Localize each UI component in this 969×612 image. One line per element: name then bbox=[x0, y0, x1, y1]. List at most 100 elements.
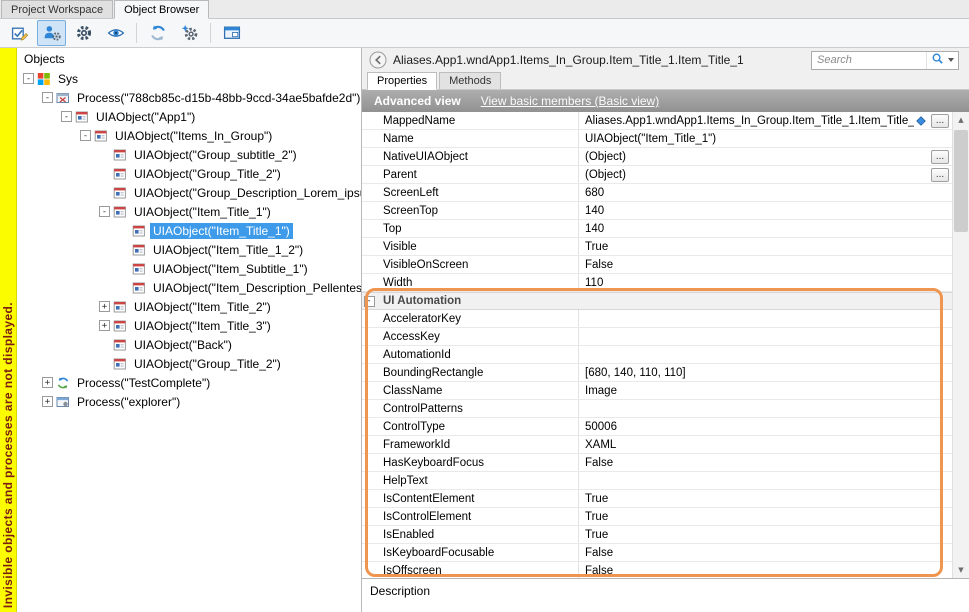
property-row[interactable]: NameUIAObject("Item_Title_1") bbox=[362, 130, 952, 148]
tree-item[interactable]: -Sys bbox=[17, 69, 361, 88]
property-row[interactable]: ScreenTop140 bbox=[362, 202, 952, 220]
highlight-object-icon[interactable] bbox=[5, 20, 34, 46]
property-row[interactable]: VisibleOnScreenFalse bbox=[362, 256, 952, 274]
show-object-icon[interactable] bbox=[101, 20, 130, 46]
scroll-up-icon[interactable]: ▲ bbox=[953, 112, 969, 128]
property-row[interactable]: MappedNameAliases.App1.wndApp1.Items_In_… bbox=[362, 112, 952, 130]
property-row[interactable]: ClassNameImage bbox=[362, 382, 952, 400]
property-value[interactable]: 680 bbox=[579, 187, 952, 199]
property-value[interactable]: XAML bbox=[579, 439, 952, 451]
property-row[interactable]: IsKeyboardFocusableFalse bbox=[362, 544, 952, 562]
collapse-box-icon[interactable]: - bbox=[364, 296, 375, 307]
property-row[interactable]: Top140 bbox=[362, 220, 952, 238]
property-row[interactable]: IsContentElementTrue bbox=[362, 490, 952, 508]
property-value[interactable]: False bbox=[579, 259, 952, 271]
property-row[interactable]: AccessKey bbox=[362, 328, 952, 346]
property-row[interactable]: Parent(Object)... bbox=[362, 166, 952, 184]
property-value[interactable]: 140 bbox=[579, 223, 952, 235]
property-value[interactable]: 50006 bbox=[579, 421, 952, 433]
property-value[interactable]: False bbox=[579, 565, 952, 577]
collapse-box-icon[interactable]: - bbox=[23, 73, 34, 84]
settings-gear-icon[interactable] bbox=[69, 20, 98, 46]
tab-object-browser[interactable]: Object Browser bbox=[114, 0, 209, 19]
property-value[interactable]: 140 bbox=[579, 205, 952, 217]
tree-item[interactable]: UIAObject("Item_Subtitle_1") bbox=[17, 259, 361, 278]
expand-box-icon[interactable]: + bbox=[42, 377, 53, 388]
property-row[interactable]: IsControlElementTrue bbox=[362, 508, 952, 526]
search-icon[interactable] bbox=[931, 52, 944, 68]
property-row[interactable]: VisibleTrue bbox=[362, 238, 952, 256]
property-row[interactable]: AutomationId bbox=[362, 346, 952, 364]
tree-item[interactable]: UIAObject("Group_Description_Lorem_ipsum… bbox=[17, 183, 361, 202]
tab-project-workspace[interactable]: Project Workspace bbox=[1, 0, 113, 18]
property-row[interactable]: HasKeyboardFocusFalse bbox=[362, 454, 952, 472]
search-input[interactable]: Search bbox=[811, 51, 959, 70]
collapse-box-icon[interactable]: - bbox=[99, 206, 110, 217]
ellipsis-button[interactable]: ... bbox=[931, 114, 949, 128]
property-row[interactable]: IsOffscreenFalse bbox=[362, 562, 952, 578]
property-row[interactable]: BoundingRectangle[680, 140, 110, 110] bbox=[362, 364, 952, 382]
tree-item[interactable]: -UIAObject("Item_Title_1") bbox=[17, 202, 361, 221]
property-row[interactable]: AcceleratorKey bbox=[362, 310, 952, 328]
refresh-icon[interactable] bbox=[143, 20, 172, 46]
tree-item[interactable]: -Process("788cb85c-d15b-48bb-9ccd-34ae5b… bbox=[17, 88, 361, 107]
ellipsis-button[interactable]: ... bbox=[931, 150, 949, 164]
tree-item[interactable]: +UIAObject("Item_Title_2") bbox=[17, 297, 361, 316]
tree-item[interactable]: UIAObject("Group_Title_2") bbox=[17, 354, 361, 373]
property-value[interactable]: Image bbox=[579, 385, 952, 397]
property-value[interactable]: True bbox=[579, 529, 952, 541]
tree-item[interactable]: UIAObject("Group_subtitle_2") bbox=[17, 145, 361, 164]
tree-item[interactable]: UIAObject("Item_Title_1") bbox=[17, 221, 361, 240]
tree-item[interactable]: -UIAObject("Items_In_Group") bbox=[17, 126, 361, 145]
property-row[interactable]: Width110 bbox=[362, 274, 952, 292]
property-name: ControlPatterns bbox=[379, 400, 579, 417]
property-value[interactable]: False bbox=[579, 547, 952, 559]
basic-view-link[interactable]: View basic members (Basic view) bbox=[481, 94, 660, 108]
grid-scrollbar[interactable]: ▲ ▼ bbox=[952, 112, 969, 578]
property-value[interactable]: 110 bbox=[579, 277, 952, 289]
property-value[interactable]: False bbox=[579, 457, 952, 469]
tree-item[interactable]: UIAObject("Group_Title_2") bbox=[17, 164, 361, 183]
tree-item[interactable]: +Process("TestComplete") bbox=[17, 373, 361, 392]
tree-item-label: UIAObject("Item_Title_1_2") bbox=[150, 242, 306, 258]
search-dropdown-icon[interactable] bbox=[948, 58, 954, 62]
property-row[interactable]: ControlType50006 bbox=[362, 418, 952, 436]
property-row[interactable]: IsEnabledTrue bbox=[362, 526, 952, 544]
property-value[interactable]: (Object) bbox=[579, 169, 931, 181]
tree-item[interactable]: +UIAObject("Item_Title_3") bbox=[17, 316, 361, 335]
scroll-down-icon[interactable]: ▼ bbox=[953, 562, 969, 578]
property-row[interactable]: HelpText bbox=[362, 472, 952, 490]
property-value[interactable]: True bbox=[579, 511, 952, 523]
property-value[interactable]: [680, 140, 110, 110] bbox=[579, 367, 952, 379]
expand-box-icon[interactable]: + bbox=[99, 320, 110, 331]
tree-item[interactable]: UIAObject("Item_Description_Pellentesque bbox=[17, 278, 361, 297]
tree-item[interactable]: UIAObject("Item_Title_1_2") bbox=[17, 240, 361, 259]
collapse-box-icon[interactable]: - bbox=[42, 92, 53, 103]
collapse-box-icon[interactable]: - bbox=[80, 130, 91, 141]
back-button[interactable] bbox=[369, 51, 387, 69]
property-row[interactable]: FrameworkIdXAML bbox=[362, 436, 952, 454]
property-row[interactable]: NativeUIAObject(Object)... bbox=[362, 148, 952, 166]
collapse-box-icon[interactable]: - bbox=[61, 111, 72, 122]
scroll-thumb[interactable] bbox=[954, 130, 968, 232]
object-properties-gear-icon[interactable] bbox=[175, 20, 204, 46]
property-row[interactable]: ScreenLeft680 bbox=[362, 184, 952, 202]
visualizer-window-icon[interactable] bbox=[217, 20, 246, 46]
property-value[interactable]: True bbox=[579, 241, 952, 253]
tree-item[interactable]: UIAObject("Back") bbox=[17, 335, 361, 354]
tree-item[interactable]: +Process("explorer") bbox=[17, 392, 361, 411]
mapped-name-icon[interactable] bbox=[914, 114, 928, 128]
property-value[interactable]: Aliases.App1.wndApp1.Items_In_Group.Item… bbox=[579, 115, 914, 127]
ellipsis-button[interactable]: ... bbox=[931, 168, 949, 182]
expand-box-icon[interactable]: + bbox=[99, 301, 110, 312]
property-row[interactable]: ControlPatterns bbox=[362, 400, 952, 418]
property-value[interactable]: (Object) bbox=[579, 151, 931, 163]
property-value[interactable]: UIAObject("Item_Title_1") bbox=[579, 133, 952, 145]
property-group-header[interactable]: -UI Automation bbox=[362, 292, 952, 310]
tab-methods[interactable]: Methods bbox=[439, 72, 501, 89]
expand-box-icon[interactable]: + bbox=[42, 396, 53, 407]
property-value[interactable]: True bbox=[579, 493, 952, 505]
tree-item[interactable]: -UIAObject("App1") bbox=[17, 107, 361, 126]
tab-properties[interactable]: Properties bbox=[367, 72, 437, 90]
object-spy-icon[interactable] bbox=[37, 20, 66, 46]
